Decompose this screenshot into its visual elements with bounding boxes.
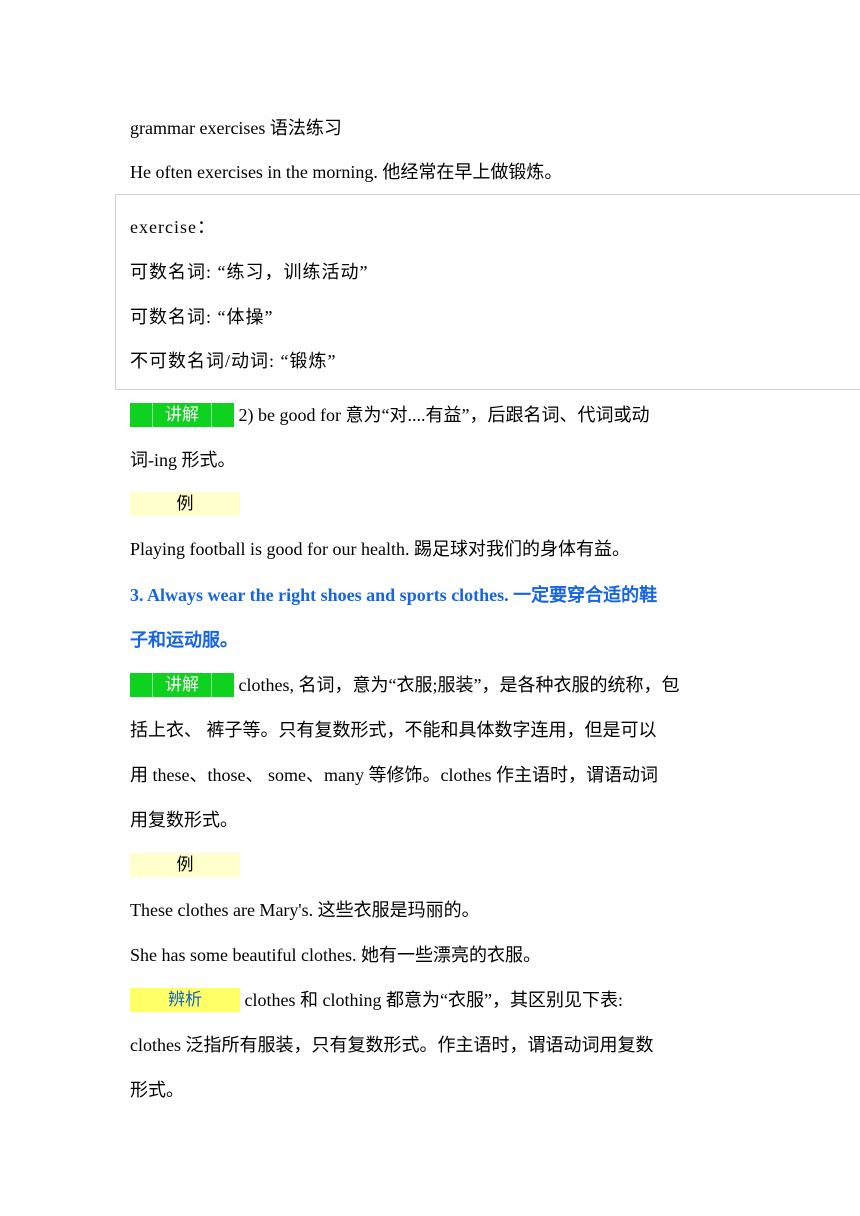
explain-tag: 讲解 bbox=[130, 673, 234, 697]
text-line: grammar exercises 语法练习 bbox=[130, 118, 342, 138]
explain-paragraph: 讲解 2) be good for 意为“对....有益”，后跟名词、代词或动 bbox=[130, 403, 649, 427]
example-label: 例 bbox=[130, 492, 240, 516]
example-tag: 例 bbox=[130, 853, 240, 877]
example-sentence: Playing football is good for our health.… bbox=[130, 539, 630, 559]
text-line: 词-ing 形式。 bbox=[130, 450, 236, 470]
note-item: 可数名词: “练习，训练活动” bbox=[130, 262, 369, 282]
note-title: exercise： bbox=[130, 217, 216, 237]
example-tag: 例 bbox=[130, 492, 240, 516]
text-line: 形式。 bbox=[130, 1080, 184, 1100]
section-heading: 子和运动服。 bbox=[130, 630, 238, 650]
explain-tag: 讲解 bbox=[130, 403, 234, 427]
distinguish-paragraph: 辨析 clothes 和 clothing 都意为“衣服”，其区别见下表: bbox=[130, 988, 623, 1012]
distinguish-text: clothes 和 clothing 都意为“衣服”，其区别见下表: bbox=[240, 990, 623, 1010]
example-sentence: She has some beautiful clothes. 她有一些漂亮的衣… bbox=[130, 945, 541, 965]
note-item: 可数名词: “体操” bbox=[130, 307, 274, 327]
explain-text: clothes, 名词，意为“衣服;服装”，是各种衣服的统称，包 bbox=[234, 675, 680, 695]
example-sentence: These clothes are Mary's. 这些衣服是玛丽的。 bbox=[130, 900, 480, 920]
example-label: 例 bbox=[130, 853, 240, 877]
text-line: 用复数形式。 bbox=[130, 810, 238, 830]
explain-paragraph: 讲解 clothes, 名词，意为“衣服;服装”，是各种衣服的统称，包 bbox=[130, 673, 679, 697]
text-line: 括上衣、 裤子等。只有复数形式，不能和具体数字连用，但是可以 bbox=[130, 720, 657, 740]
text-line: 用 these、those、 some、many 等修饰。clothes 作主语… bbox=[130, 765, 658, 785]
text-line: clothes 泛指所有服装，只有复数形式。作主语时，谓语动词用复数 bbox=[130, 1035, 654, 1055]
note-item: 不可数名词/动词: “锻炼” bbox=[130, 351, 337, 371]
note-box: exercise： 可数名词: “练习，训练活动” 可数名词: “体操” 不可数… bbox=[115, 194, 860, 390]
distinguish-tag: 辨析 bbox=[130, 988, 240, 1012]
explain-text: 2) be good for 意为“对....有益”，后跟名词、代词或动 bbox=[234, 405, 650, 425]
document-page: { "lines": { "l1": "grammar exercises 语法… bbox=[0, 0, 860, 1216]
text-line: He often exercises in the morning. 他经常在早… bbox=[130, 162, 563, 182]
section-heading: 3. Always wear the right shoes and sport… bbox=[130, 585, 658, 605]
